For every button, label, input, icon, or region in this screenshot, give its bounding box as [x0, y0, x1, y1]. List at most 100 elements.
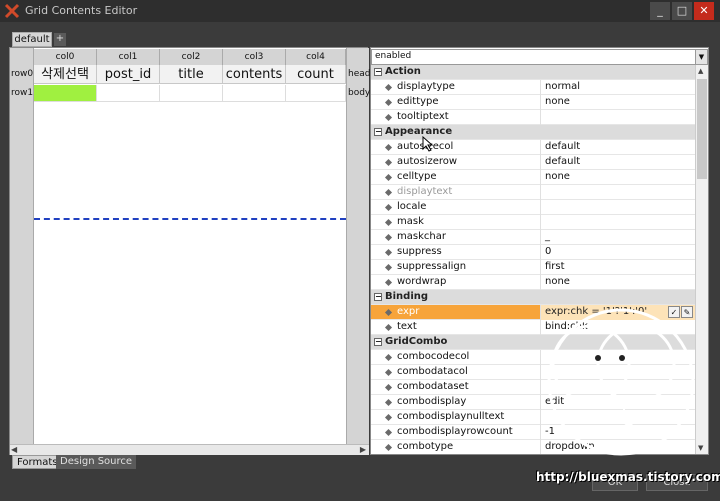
property-value[interactable] [540, 215, 695, 230]
property-name: suppressalign [397, 261, 467, 272]
format-tabstrip: default + [0, 22, 720, 48]
grid-design-pane[interactable]: row0 row1 head body col0 col1 col2 col3 … [9, 47, 371, 455]
row1-label: row1 [11, 88, 34, 98]
property-bullet-icon [384, 173, 393, 182]
tab-formats[interactable]: Formats [12, 455, 63, 469]
property-bullet-icon [384, 218, 393, 227]
property-row-maskchar[interactable]: maskchar _ [371, 230, 695, 245]
row0-label: row0 [11, 69, 34, 79]
band-header-column: head body [346, 48, 371, 444]
head-cell-2[interactable]: title [160, 65, 223, 84]
property-value[interactable]: first [540, 260, 695, 275]
property-bullet-icon [384, 413, 393, 422]
column-header-col0[interactable]: col0 [34, 49, 97, 65]
property-name: tooltiptext [397, 111, 449, 122]
property-value[interactable]: _ [540, 230, 695, 245]
property-bullet-icon [384, 233, 393, 242]
scroll-thumb[interactable] [697, 79, 707, 179]
property-row-suppress[interactable]: suppress 0 [371, 245, 695, 260]
body-band-label: body [348, 88, 371, 98]
tab-design-source[interactable]: Design Source [56, 455, 137, 469]
property-value[interactable]: 0 [540, 245, 695, 260]
scroll-left-icon[interactable]: ◀ [11, 445, 17, 454]
property-name: combocodecol [397, 351, 470, 362]
property-name: mask [397, 216, 424, 227]
column-header-col4[interactable]: col4 [286, 49, 346, 65]
tab-default[interactable]: default [12, 32, 52, 47]
body-cell-4[interactable] [286, 85, 346, 102]
property-row-wordwrap[interactable]: wordwrap none [371, 275, 695, 290]
property-bullet-icon [384, 353, 393, 362]
property-row-suppressalign[interactable]: suppressalign first [371, 260, 695, 275]
collapse-icon[interactable]: − [374, 68, 382, 76]
property-name: wordwrap [397, 276, 447, 287]
close-window-button[interactable]: ✕ [694, 2, 714, 20]
body-cell-1[interactable] [97, 85, 160, 102]
property-name: combodisplayrowcount [397, 426, 513, 437]
property-value[interactable] [540, 200, 695, 215]
collapse-icon[interactable]: − [374, 128, 382, 136]
property-bullet-icon [384, 308, 393, 317]
property-name: displaytype [397, 81, 455, 92]
title-bar: Grid Contents Editor _ □ ✕ [0, 0, 720, 22]
category-action[interactable]: − Action [371, 65, 695, 80]
property-bullet-icon [384, 428, 393, 437]
add-tab-button[interactable]: + [54, 33, 66, 46]
property-row-autosizerow[interactable]: autosizerow default [371, 155, 695, 170]
row-header-column: row0 row1 [10, 48, 34, 444]
collapse-icon[interactable]: − [374, 293, 382, 301]
property-row-celltype[interactable]: celltype none [371, 170, 695, 185]
body-cell-3[interactable] [223, 85, 286, 102]
horizontal-scrollbar[interactable]: ◀ ▶ [10, 444, 369, 455]
scroll-right-icon[interactable]: ▶ [360, 445, 366, 454]
property-bullet-icon [384, 98, 393, 107]
property-value[interactable]: normal [540, 80, 695, 95]
head-cell-4[interactable]: count [286, 65, 346, 84]
property-value[interactable] [540, 185, 695, 200]
property-value[interactable]: none [540, 95, 695, 110]
body-cell-0-selected[interactable] [34, 85, 97, 102]
column-header-col2[interactable]: col2 [160, 49, 223, 65]
property-filter-combo[interactable]: enabled ▼ [371, 49, 708, 65]
property-row-locale[interactable]: locale [371, 200, 695, 215]
property-row-tooltiptext[interactable]: tooltiptext [371, 110, 695, 125]
property-row-displaytext[interactable]: displaytext [371, 185, 695, 200]
column-header-col1[interactable]: col1 [97, 49, 160, 65]
property-bullet-icon [384, 278, 393, 287]
property-value[interactable]: default [540, 155, 695, 170]
property-name: expr [397, 306, 420, 317]
window-title: Grid Contents Editor [25, 4, 138, 17]
chevron-down-icon[interactable]: ▼ [695, 50, 707, 64]
body-cell-2[interactable] [160, 85, 223, 102]
property-row-displaytype[interactable]: displaytype normal [371, 80, 695, 95]
property-value[interactable]: none [540, 275, 695, 290]
property-bullet-icon [384, 398, 393, 407]
maximize-button[interactable]: □ [672, 2, 692, 20]
property-value[interactable]: none [540, 170, 695, 185]
column-header-col3[interactable]: col3 [223, 49, 286, 65]
property-bullet-icon [384, 113, 393, 122]
scroll-up-icon[interactable]: ▲ [698, 67, 703, 75]
app-logo-icon [4, 3, 20, 19]
property-row-edittype[interactable]: edittype none [371, 95, 695, 110]
property-name: combodisplaynulltext [397, 411, 505, 422]
property-row-mask[interactable]: mask [371, 215, 695, 230]
mouse-cursor-icon [422, 136, 434, 152]
category-appearance[interactable]: − Appearance [371, 125, 695, 140]
property-bullet-icon [384, 443, 393, 452]
property-bullet-icon [384, 368, 393, 377]
property-value[interactable]: default [540, 140, 695, 155]
head-band-label: head [348, 69, 371, 79]
collapse-icon[interactable]: − [374, 338, 382, 346]
head-cell-3[interactable]: contents [223, 65, 286, 84]
minimize-button[interactable]: _ [650, 2, 670, 20]
head-cell-0[interactable]: 삭제선택 [34, 65, 97, 84]
property-name: combodatacol [397, 366, 468, 377]
property-bullet-icon [384, 143, 393, 152]
category-name: Binding [385, 291, 429, 302]
property-name: celltype [397, 171, 437, 182]
property-bullet-icon [384, 323, 393, 332]
head-cell-1[interactable]: post_id [97, 65, 160, 84]
property-value[interactable] [540, 110, 695, 125]
property-row-autosizecol[interactable]: autosizecoldefault [371, 140, 695, 155]
